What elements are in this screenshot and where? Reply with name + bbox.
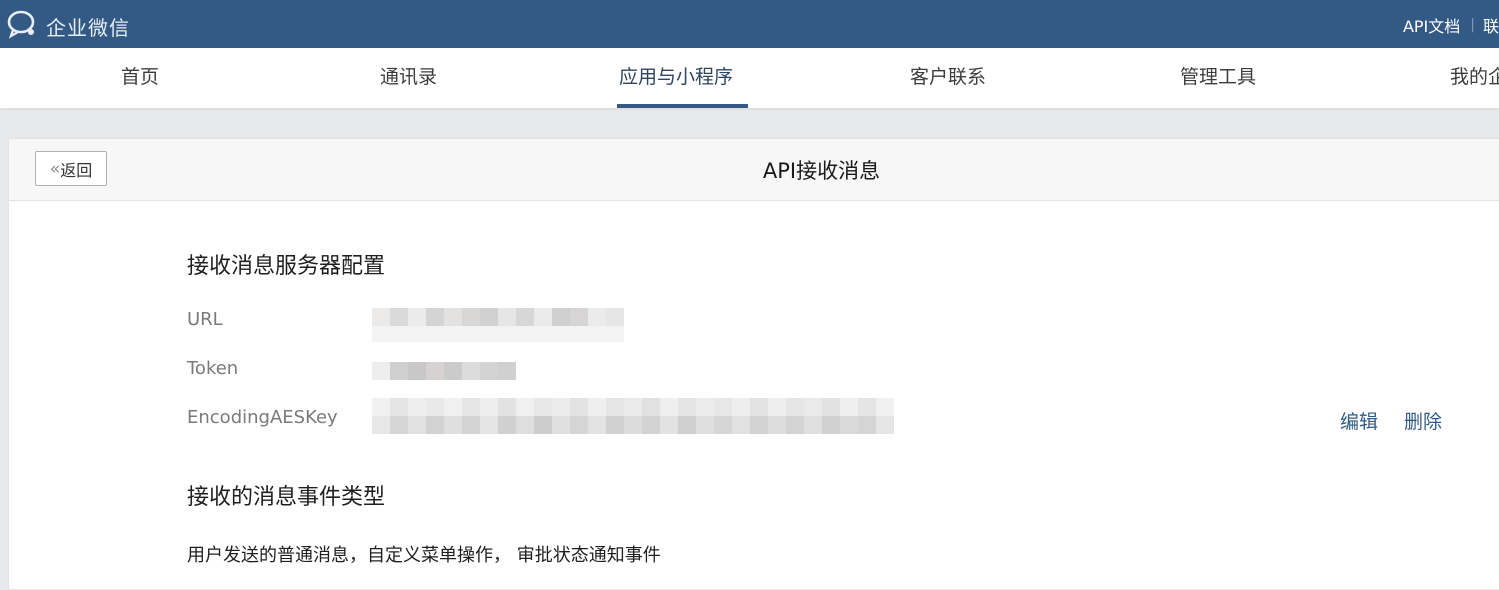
events-title: 接收的消息事件类型 [187, 485, 386, 510]
active-tab-indicator [617, 104, 748, 108]
tab-contacts[interactable]: 通讯录 [380, 48, 437, 108]
delete-link[interactable]: 删除 [1404, 407, 1442, 434]
contact-link[interactable]: 联 [1483, 13, 1499, 37]
url-value-redacted-row2 [372, 326, 624, 342]
encoding-aes-key-value-redacted-row2 [372, 416, 894, 434]
top-bar: 企业微信 API文档 | 联 [0, 0, 1499, 48]
logo-text: 企业微信 [46, 15, 130, 40]
main-nav: 首页 通讯录 应用与小程序 客户联系 管理工具 我的企业 [0, 48, 1499, 108]
server-config-title: 接收消息服务器配置 [187, 254, 386, 279]
tab-apps[interactable]: 应用与小程序 [619, 48, 733, 108]
card-header: « 返回 API接收消息 [9, 139, 1499, 201]
events-description: 用户发送的普通消息，自定义菜单操作， 审批状态通知事件 [187, 545, 661, 566]
encoding-aes-key-label: EncodingAESKey [187, 407, 338, 428]
top-links: API文档 | 联 [1403, 13, 1499, 37]
url-label: URL [187, 309, 223, 330]
tab-customer-contact[interactable]: 客户联系 [910, 48, 986, 108]
wecom-logo-icon [6, 9, 40, 43]
page-title: API接收消息 [762, 159, 881, 183]
token-label: Token [187, 358, 239, 379]
url-value-redacted [372, 308, 624, 326]
tab-management-tools[interactable]: 管理工具 [1180, 48, 1256, 108]
tab-home[interactable]: 首页 [121, 48, 159, 108]
logo[interactable]: 企业微信 [6, 9, 130, 43]
top-link-separator: | [1470, 17, 1475, 33]
tab-my-enterprise[interactable]: 我的企业 [1450, 48, 1499, 108]
encoding-aes-key-value-redacted [372, 398, 894, 416]
token-value-redacted [372, 362, 516, 380]
edit-link[interactable]: 编辑 [1340, 407, 1378, 434]
api-docs-link[interactable]: API文档 [1403, 13, 1460, 37]
